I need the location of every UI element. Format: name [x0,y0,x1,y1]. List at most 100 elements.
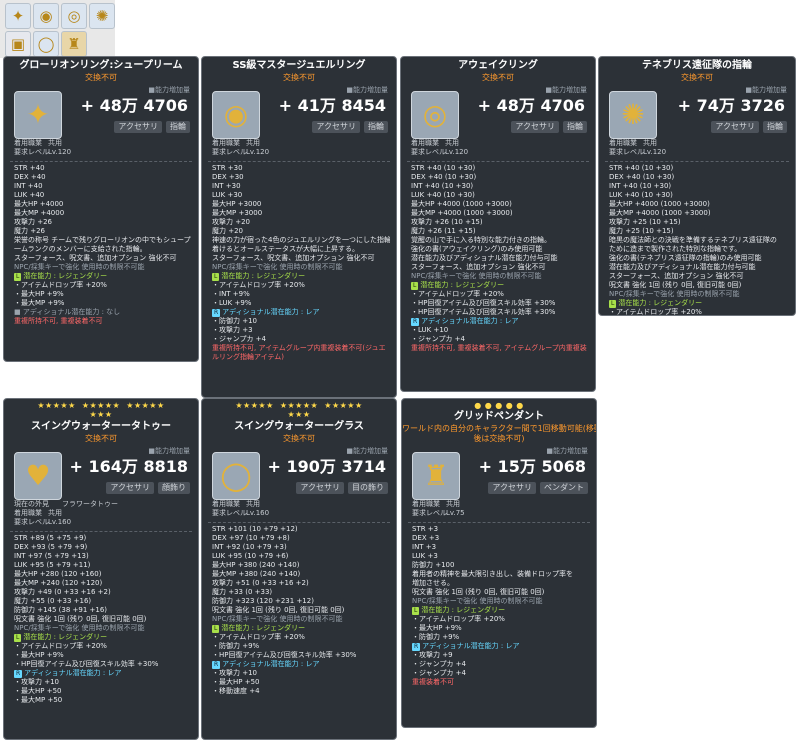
line-text: 最大HP +4000 (1000 +3000) [411,200,512,208]
stat-line: NPC/採集キーで強化 使用時の制限不可能 [609,290,789,299]
item-category-tags: アクセサリ 顔飾り [106,482,190,494]
glass-icon[interactable]: ◯ [33,31,59,57]
line-text: 一ムランクのメンバーに支給された指輪。 [14,245,147,253]
stat-line: 魔力 +26 (11 +15) [411,227,589,236]
rare-badge: R [212,309,221,317]
item-icon-frame: ◉ [212,91,260,139]
stat-line: 増加させる。 [412,579,590,588]
line-text: 潜在能力及びアディショナル潜在能力付与可能 [609,263,756,271]
power-increase: + 15万 5068 [478,457,586,476]
stat-line: 魔力 +33 (0 +33) [212,588,390,597]
line-text: NPC/採集キーで強化 使用時の制限不可能 [14,624,145,632]
potential-header: L 潜在能力 : レジェンダリー [212,272,390,281]
line-text: ・アイテムドロップ率 +20% [412,615,505,623]
item-name: テネブリス遠征隊の指輪 [642,60,752,71]
line-text: 暗黒の魔法師との決戦を準備するテネブリス遠征隊の [609,236,777,244]
line-text: ・HP回復アイテム及び回復スキル効率 +30% [212,651,357,659]
requirement-row: 要求レベルLv.120 [411,148,589,157]
stat-line: ・防御力 +9% [412,633,590,642]
line-text: DEX +3 [412,534,440,542]
potential-header: L 潜在能力 : レジェンダリー [411,281,589,290]
requirement-value: Lv.120 [48,148,72,156]
line-text: ・HP回復アイテム及び回復スキル効率 +30% [14,660,159,668]
stat-line: ・ジャンプカ +4 [212,335,390,344]
requirement-key: 着用職業 [411,139,439,147]
stat-line: LUK +3 [412,552,590,561]
line-text: 潜在能力 : レジェンダリー [421,606,506,614]
item-category-tags: アクセサリ 目の飾り [296,482,388,494]
pendant-icon: ♜ [423,459,449,492]
line-text: ・攻撃力 +3 [212,326,253,334]
requirement-key: 着用職業 [412,500,440,508]
stat-line: 神速の力が宿った4色のジュエルリングを一つにした指輪。 [212,236,390,245]
requirement-key: 要求レベル [411,148,446,156]
requirement-value: Lv.75 [446,509,465,517]
line-text: ・アイテムドロップ率 +20% [212,281,305,289]
line-text: 潜在能力 : レジェンダリー [618,299,703,307]
stat-line: 攻撃力 +25 (10 +15) [609,218,789,227]
requirement-value: 共用 [246,500,260,508]
item-tooltip: ● ● ● ● ● グリッドペンダント ワールド内の自分のキャラクター間で1回移動可… [401,398,597,728]
stat-line: 呪文書 強化 1回 (残り 0回, 復旧可能 0回) [14,615,192,624]
line-text: INT +40 [14,182,43,190]
stat-line: DEX +93 (5 +79 +9) [14,543,192,552]
pendant-icon[interactable]: ♜ [61,31,87,57]
line-text: STR +89 (5 +75 +9) [14,534,87,542]
item-name: スイングウォーターータトゥー [31,421,171,432]
stat-line: INT +30 [212,182,390,191]
requirement-key: 要求レベル [212,509,247,517]
legendary-badge: L [212,273,220,281]
jewel-ring-icon[interactable]: ◉ [33,3,59,29]
item-category-tags: アクセサリ ペンダント [488,482,588,494]
item-requirements: 現在の外見 フラワータトゥー 着用職業 共用 要求レベルLv.160 [14,500,192,527]
stat-line: STR +3 [412,525,590,534]
star-ring-icon[interactable]: ✦ [5,3,31,29]
item-name: アウェイクリング [458,60,538,71]
item-name: グローリオンリング:シュープリーム [19,60,183,71]
stat-line: 着けるとオールステータスが大幅に上昇する。 [212,245,390,254]
item-icon-frame: ◎ [411,91,459,139]
stat-line: INT +97 (5 +79 +13) [14,552,192,561]
line-text: アディショナル潜在能力 : レア [421,317,519,325]
stat-line: 魔力 +20 [212,227,390,236]
requirement-value: 共用 [643,139,657,147]
awake-ring-icon[interactable]: ◎ [61,3,87,29]
line-text: ・移動速度 +4 [212,687,260,695]
tattoo-icon[interactable]: ▣ [5,31,31,57]
line-text: ルリング指輪アイテム) [212,353,285,361]
line-text: ・ジャンプカ +4 [411,335,465,343]
line-text: LUK +3 [412,552,438,560]
line-text: 最大MP +240 (120 +120) [14,579,103,587]
line-text: 増加させる。 [412,579,454,587]
category-tag: アクセサリ [511,121,559,133]
line-text: ・防御力 +9% [412,633,460,641]
line-text: ・最大MP +50 [14,696,63,704]
line-text: ・攻撃力 +10 [212,669,257,677]
legendary-badge: L [14,634,22,642]
line-text: 呪文書 強化 1回 (残り 0回, 復旧可能 0回) [412,588,545,596]
line-text: アディショナル潜在能力 : レア [222,660,320,668]
item-icon-frame: ♥ [14,452,62,500]
stat-line: スターフォース、呪文書、追加オプション 強化不可 [14,254,192,263]
item-requirements: 着用職業 共用 要求レベルLv.120 [212,139,390,157]
category-tag: アクセサリ [312,121,360,133]
stat-line: 最大MP +3000 [212,209,390,218]
stat-line: ・HP回復アイテム及び回復スキル効率 +30% [411,299,589,308]
line-text: スターフォース、追加オプション 強化不可 [411,263,546,271]
stat-line: ・HP回復アイテム及び回復スキル効率 +30% [212,651,390,660]
item-name: スイングウォーターーグラス [234,421,364,432]
line-text: ・INT +9% [212,290,250,298]
stat-line: 防御力 +145 (38 +91 +16) [14,606,192,615]
line-text: ・ジャンプカ +4 [412,669,466,677]
stat-line: NPC/採集キーで強化 使用時の制限不可能 [212,615,390,624]
stat-line: ・防御力 +10 [212,317,390,326]
item-icon-frame: ✺ [609,91,657,139]
line-text: 攻撃力 +49 (0 +33 +16 +2) [14,588,111,596]
line-text: 潜在能力 : レジェンダリー [221,624,306,632]
line-text: ・アイテムドロップ率 +20% [14,642,107,650]
glass-icon: ◯ [220,459,252,492]
gold-ring-icon[interactable]: ✺ [89,3,115,29]
stat-line: ■ アディショナル潜在能力 : なし [14,308,192,317]
trade-restriction: 交換不可 [283,73,315,82]
requirement-row: 着用職業 共用 [212,139,390,148]
